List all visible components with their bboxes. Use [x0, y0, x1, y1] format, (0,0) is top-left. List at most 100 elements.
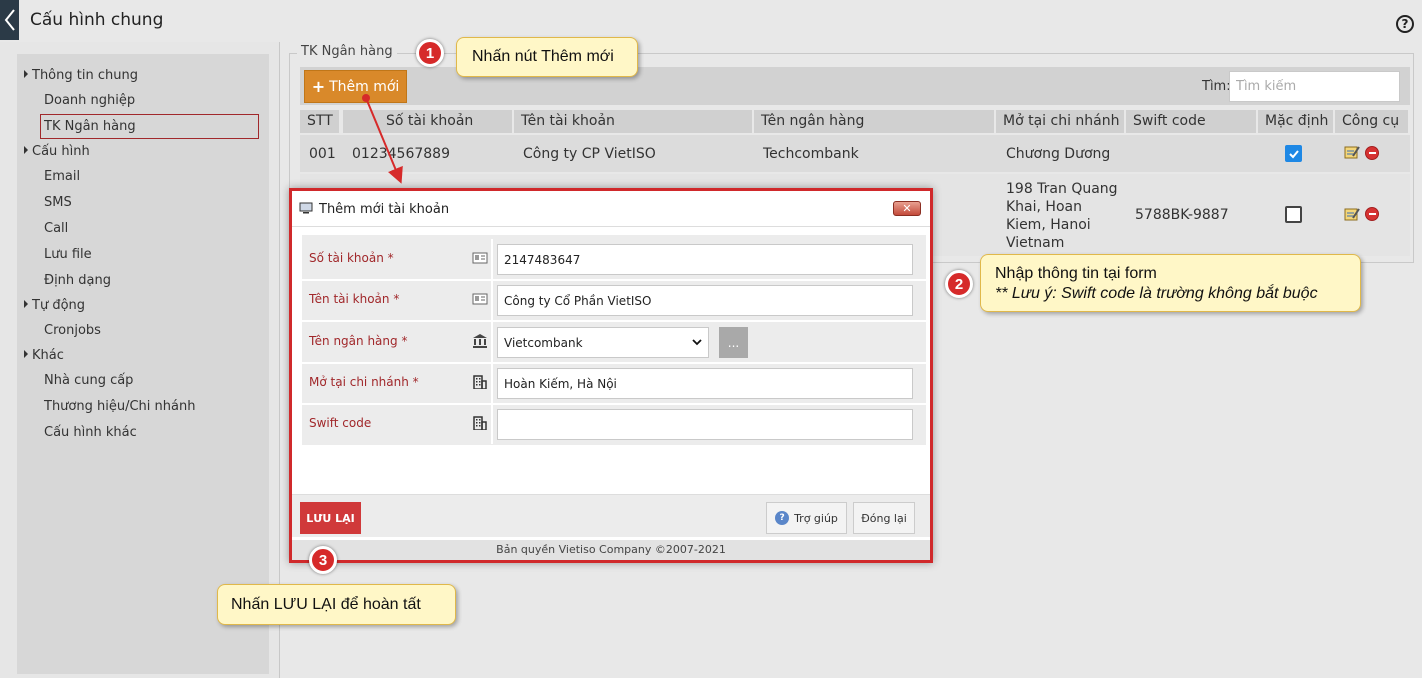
default-checkbox[interactable]	[1285, 206, 1302, 223]
branch-line: 198 Tran Quang	[1006, 181, 1118, 197]
add-new-button[interactable]: + Thêm mới	[304, 70, 407, 103]
step-3-callout: Nhấn LƯU LẠI để hoàn tất	[217, 584, 456, 625]
search-input[interactable]	[1229, 71, 1400, 102]
form-separator	[491, 239, 493, 279]
sidebar-item-nha-cung-cap[interactable]: Nhà cung cấp	[44, 373, 133, 388]
sidebar-item-doanh-nghiep[interactable]: Doanh nghiệp	[44, 93, 135, 108]
branch-label: Mở tại chi nhánh *	[309, 375, 419, 389]
edit-icon[interactable]	[1344, 207, 1360, 221]
delete-icon[interactable]	[1365, 207, 1379, 221]
help-button-label: Trợ giúp	[794, 511, 838, 525]
modal-title-bar: Thêm mới tài khoản ✕	[292, 191, 930, 227]
cell-stt: 001	[309, 146, 336, 162]
help-button[interactable]: ? Trợ giúp	[766, 502, 847, 534]
cell-branch: Chương Dương	[1006, 146, 1111, 162]
sidebar-group-khac[interactable]: Khác	[24, 348, 64, 363]
close-button[interactable]: Đóng lại	[853, 502, 915, 534]
cell-account-no: 01234567889	[352, 146, 450, 162]
id-card-icon	[472, 252, 488, 264]
cell-branch: 198 Tran Quang Khai, Hoan Kiem, Hanoi Vi…	[1006, 180, 1118, 252]
help-icon[interactable]: ?	[1396, 15, 1414, 33]
column-header-swift[interactable]: Swift code	[1126, 110, 1258, 133]
branch-line: Khai, Hoan	[1006, 199, 1082, 215]
form-separator	[491, 280, 493, 320]
branch-line: Kiem, Hanoi	[1006, 217, 1091, 233]
bank-select[interactable]: Vietcombank	[497, 327, 709, 358]
step-1-callout: Nhấn nút Thêm mới	[456, 37, 638, 77]
step-2-badge: 2	[945, 270, 973, 298]
chevron-down-icon	[692, 339, 702, 346]
account-name-input[interactable]	[497, 285, 913, 316]
add-new-label: Thêm mới	[329, 78, 400, 95]
column-header-bank[interactable]: Tên ngân hàng	[754, 110, 996, 133]
back-button[interactable]	[0, 0, 19, 40]
bank-label: Tên ngân hàng *	[309, 334, 408, 348]
form-separator	[491, 322, 493, 362]
check-icon	[1289, 150, 1299, 159]
form-row-swift: Swift code	[302, 404, 926, 444]
bank-more-button[interactable]: ...	[719, 327, 748, 358]
branch-line: Vietnam	[1006, 235, 1065, 251]
sidebar-item-email[interactable]: Email	[44, 169, 80, 184]
column-header-stt[interactable]: STT	[300, 110, 341, 133]
column-header-default[interactable]: Mặc định	[1258, 110, 1335, 133]
cell-swift: 5788BK-9887	[1135, 207, 1229, 223]
caret-right-icon	[24, 350, 28, 358]
column-header-account-name[interactable]: Tên tài khoản	[514, 110, 754, 133]
sidebar-item-cau-hinh-khac[interactable]: Cấu hình khác	[44, 425, 137, 440]
account-name-label: Tên tài khoản *	[309, 292, 400, 306]
sidebar-item-call[interactable]: Call	[44, 221, 68, 236]
swift-label: Swift code	[309, 416, 372, 430]
sidebar-group-cau-hinh[interactable]: Cấu hình	[24, 144, 90, 159]
section-legend: TK Ngân hàng	[297, 44, 397, 59]
close-icon[interactable]: ✕	[893, 201, 921, 216]
cell-bank: Techcombank	[763, 146, 859, 162]
form-row-account-name: Tên tài khoản *	[302, 280, 926, 320]
caret-right-icon	[24, 300, 28, 308]
caret-right-icon	[24, 70, 28, 78]
sidebar-item-cronjobs[interactable]: Cronjobs	[44, 323, 101, 338]
building-icon	[473, 375, 487, 389]
building-icon	[473, 416, 487, 430]
form-separator	[491, 363, 493, 403]
page-title: Cấu hình chung	[30, 10, 164, 30]
step-3-badge: 3	[309, 546, 337, 574]
sidebar-item-thuong-hieu[interactable]: Thương hiệu/Chi nhánh	[44, 399, 195, 414]
column-header-tools[interactable]: Công cụ	[1335, 110, 1410, 133]
modal-title: Thêm mới tài khoản	[319, 202, 450, 217]
form-separator	[491, 404, 493, 444]
column-header-account-no[interactable]: Số tài khoản	[343, 110, 514, 133]
edit-icon[interactable]	[1344, 145, 1360, 159]
step-2-line-2: ** Lưu ý: Swift code là trường không bắt…	[995, 285, 1318, 302]
sidebar-item-label: Tự động	[32, 298, 86, 313]
modal-footer: LƯU LẠI ? Trợ giúp Đóng lại	[292, 494, 930, 537]
swift-input[interactable]	[497, 409, 913, 440]
plus-icon: +	[311, 77, 326, 96]
sidebar-group-tu-dong[interactable]: Tự động	[24, 298, 85, 313]
default-checkbox[interactable]	[1285, 145, 1302, 162]
form-row-branch: Mở tại chi nhánh *	[302, 363, 926, 403]
add-account-modal: Thêm mới tài khoản ✕ Số tài khoản * Tên …	[289, 188, 933, 563]
sidebar-item-dinh-dang[interactable]: Định dạng	[44, 273, 111, 288]
sidebar-item-label: Thông tin chung	[32, 68, 138, 83]
account-no-input[interactable]	[497, 244, 913, 275]
delete-icon[interactable]	[1365, 146, 1379, 160]
sidebar-item-luu-file[interactable]: Lưu file	[44, 247, 92, 262]
bank-selected-value: Vietcombank	[504, 335, 583, 350]
id-card-icon	[472, 293, 488, 305]
caret-right-icon	[24, 146, 28, 154]
cell-account-name: Công ty CP VietISO	[523, 146, 656, 162]
sidebar-nav: Thông tin chung Doanh nghiệp TK Ngân hàn…	[17, 54, 269, 674]
account-no-label: Số tài khoản *	[309, 251, 394, 265]
sidebar-item-label: Khác	[32, 348, 64, 363]
sidebar-active-highlight	[40, 114, 259, 139]
save-button[interactable]: LƯU LẠI	[300, 502, 361, 534]
branch-input[interactable]	[497, 368, 913, 399]
column-header-branch[interactable]: Mở tại chi nhánh	[996, 110, 1126, 133]
sidebar-item-sms[interactable]: SMS	[44, 195, 72, 210]
copyright-text: Bản quyền Vietiso Company ©2007-2021	[292, 540, 930, 560]
sidebar-group-thong-tin-chung[interactable]: Thông tin chung	[24, 68, 138, 83]
step-2-line-1: Nhập thông tin tại form	[995, 265, 1157, 282]
form-row-account-no: Số tài khoản *	[302, 239, 926, 279]
chevron-left-icon	[4, 9, 15, 31]
